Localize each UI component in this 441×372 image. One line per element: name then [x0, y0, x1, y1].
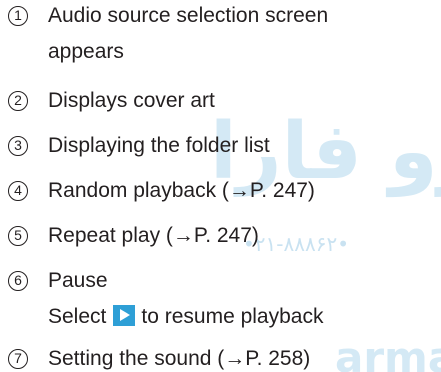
select-label: Select	[48, 305, 107, 328]
watermark-latin-text: armase	[335, 333, 441, 372]
item-text: Displays cover art	[48, 89, 215, 112]
circled-number: 3	[8, 136, 28, 156]
item-text: Random playback (→P. 247)	[48, 179, 315, 202]
resume-label: to resume playback	[141, 305, 324, 328]
circled-number: 2	[8, 91, 28, 111]
item-text: Repeat play (→P. 247)	[48, 224, 259, 247]
item-text: Setting the sound (→P. 258)	[48, 347, 311, 370]
item-text: Displaying the folder list	[48, 134, 270, 157]
circled-number: 4	[8, 181, 28, 201]
circled-number: 6	[8, 271, 28, 291]
circled-number: 1	[8, 6, 28, 26]
circled-number: 5	[8, 226, 28, 246]
circled-number: 7	[8, 349, 28, 369]
play-icon	[113, 305, 136, 326]
item-text: Pause	[48, 269, 108, 292]
item-text: Audio source selection screen	[48, 4, 329, 27]
item-text-continued: appears	[48, 40, 124, 63]
item-text-continued: Select to resume playback	[48, 304, 323, 330]
